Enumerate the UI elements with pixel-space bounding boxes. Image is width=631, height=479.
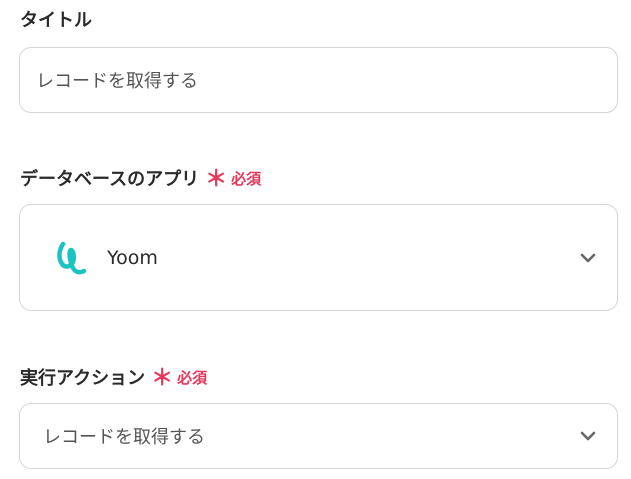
required-asterisk: ＊ (205, 167, 228, 192)
chevron-down-icon (580, 431, 596, 441)
form-page: タイトル レコードを取得する データベースのアプリ ＊ 必須 Yoom 実行アク… (0, 0, 631, 479)
required-asterisk: ＊ (151, 366, 174, 391)
title-input[interactable]: レコードを取得する (19, 47, 618, 113)
required-badge: ＊ 必須 (151, 366, 208, 391)
selected-action-value: レコードを取得する (43, 427, 205, 448)
required-badge: ＊ 必須 (205, 167, 262, 192)
yoom-logo-icon (55, 238, 91, 278)
title-label-text: タイトル (20, 10, 92, 31)
action-label-text: 実行アクション (20, 368, 146, 389)
title-input-value: レコードを取得する (36, 71, 198, 92)
title-label: タイトル (20, 6, 92, 32)
selected-app-name: Yoom (107, 246, 158, 269)
required-text: 必須 (177, 368, 208, 387)
database-app-label-text: データベースのアプリ (20, 169, 200, 190)
chevron-down-icon (580, 253, 596, 262)
required-text: 必須 (231, 169, 262, 188)
action-label: 実行アクション ＊ 必須 (20, 364, 207, 390)
action-select[interactable]: レコードを取得する (19, 403, 618, 469)
database-app-label: データベースのアプリ ＊ 必須 (20, 165, 261, 191)
database-app-select[interactable]: Yoom (19, 204, 618, 311)
